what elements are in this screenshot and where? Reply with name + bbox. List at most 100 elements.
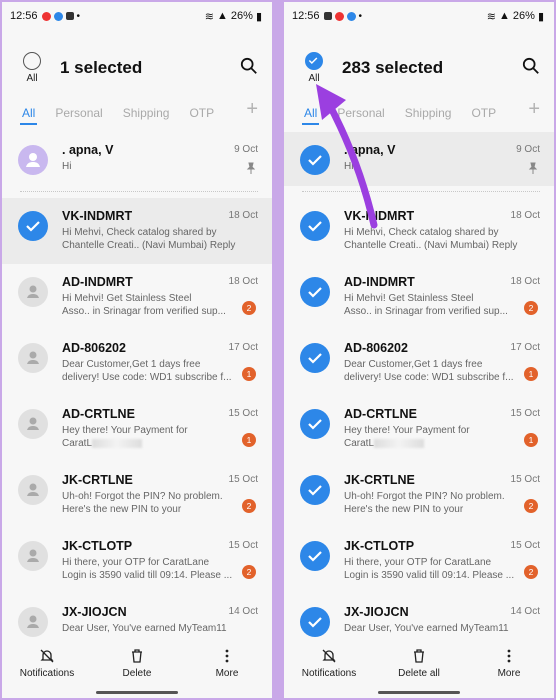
conversation-date: 15 Oct (510, 474, 540, 485)
conversation-row[interactable]: JK-CRTLNE 15 Oct Uh-oh! Forgot the PIN? No… (2, 462, 272, 528)
conversation-row[interactable]: AD-806202 17 Oct Dear Customer,Get 1 days … (2, 330, 272, 396)
unread-badge: 1 (524, 367, 538, 381)
conversation-row[interactable]: AD-806202 17 Oct Dear Customer,Get 1 days … (284, 330, 554, 396)
preview-line: Here's the new PIN to your CaratLane... (344, 503, 520, 517)
conversation-row[interactable]: AD-INDMRT 18 Oct Hi Mehvi! Get Stainless S… (284, 264, 554, 330)
preview-line: Dear User, You've earned MyTeam11 (344, 623, 509, 634)
person-icon (27, 285, 39, 298)
unread-badge: 1 (242, 367, 256, 381)
search-icon[interactable] (522, 57, 540, 75)
more-button[interactable]: More (464, 640, 554, 698)
person-icon (26, 153, 40, 167)
conversation-row[interactable]: JK-CRTLNE 15 Oct Uh-oh! Forgot the PIN? No… (284, 462, 554, 528)
category-tabs: All Personal Shipping OTP + (284, 98, 554, 126)
conversation-date: 18 Oct (228, 276, 258, 287)
preview-line: Chantelle Creati.. (Navi Mumbai) Reply .… (344, 239, 520, 253)
preview-line: Login is 3590 valid till 09:14. Please .… (344, 569, 520, 582)
selected-check[interactable] (300, 277, 330, 307)
conversation-row[interactable]: AD-CRTLNE 15 Oct Hey there! Your Payment f… (284, 396, 554, 462)
preview-line: Hi Mehvi, Check catalog shared by (344, 227, 499, 238)
app-icon (53, 11, 63, 21)
check-icon (308, 617, 322, 628)
notifications-button[interactable]: Notifications (284, 640, 374, 698)
status-right: ≋ ▲ 26% ▮ (487, 10, 544, 23)
tab-otp[interactable]: OTP (471, 106, 496, 120)
preview-line: Uh-oh! Forgot the PIN? No problem. (62, 491, 223, 502)
status-bar: 12:56 • ≋ ▲ 26% ▮ (2, 2, 272, 30)
more-button[interactable]: More (182, 640, 272, 698)
more-label: More (215, 668, 239, 679)
tab-otp[interactable]: OTP (189, 106, 214, 120)
unread-badge: 1 (524, 433, 538, 447)
conversation-name: JK-CRTLNE (62, 473, 133, 487)
conversation-row[interactable]: VK-INDMRT 18 Oct Hi Mehvi, Check catalog s… (284, 198, 554, 264)
select-all-checkbox[interactable] (305, 52, 323, 70)
avatar[interactable] (18, 409, 48, 439)
conversation-preview: Hi (62, 161, 72, 172)
delete-all-button[interactable]: Delete all (374, 640, 464, 698)
tab-shipping[interactable]: Shipping (405, 106, 452, 120)
conversation-name: JK-CRTLNE (344, 473, 415, 487)
unread-badge: 1 (242, 433, 256, 447)
person-icon (27, 615, 39, 628)
conversation-row[interactable]: VK-INDMRT 18 Oct Hi Mehvi, Check catalog s… (2, 198, 272, 264)
select-all-toggle[interactable]: All (18, 52, 46, 84)
select-all-toggle[interactable]: All (300, 52, 328, 84)
more-vertical-icon (225, 649, 229, 663)
delete-button[interactable]: Delete (92, 640, 182, 698)
selected-check[interactable] (300, 607, 330, 637)
category-tabs: All Personal Shipping OTP + (2, 98, 272, 126)
preview-line: CaratL (62, 437, 238, 450)
tab-all[interactable]: All (19, 106, 38, 125)
tab-personal[interactable]: Personal (337, 106, 384, 120)
selected-check[interactable] (300, 541, 330, 571)
conversation-name: . apna, V (344, 143, 396, 157)
person-icon (27, 483, 39, 496)
selected-check[interactable] (300, 145, 330, 175)
unread-badge: 2 (242, 301, 256, 315)
avatar[interactable] (18, 607, 48, 637)
search-icon[interactable] (240, 57, 258, 75)
conversation-row[interactable]: JK-CTLOTP 15 Oct Hi there, your OTP for Ca… (2, 528, 272, 594)
conversation-row[interactable]: JK-CTLOTP 15 Oct Hi there, your OTP for Ca… (284, 528, 554, 594)
status-right: ≋ ▲ 26% ▮ (205, 10, 262, 23)
notifications-button[interactable]: Notifications (2, 640, 92, 698)
conversation-name: . apna, V (62, 143, 114, 157)
avatar[interactable] (18, 277, 48, 307)
unread-badge: 2 (242, 565, 256, 579)
conversation-row[interactable]: JX-JIOJCN 14 Oct Dear User, You've earned … (284, 594, 554, 640)
conversation-row[interactable]: JX-JIOJCN 14 Oct Dear User, You've earned … (2, 594, 272, 640)
status-bar: 12:56 • ≋ ▲ 26% ▮ (284, 2, 554, 30)
app-icon (323, 12, 332, 20)
avatar[interactable] (18, 541, 48, 571)
header: All 1 selected (2, 40, 272, 96)
check-icon (308, 155, 322, 166)
conversation-date: 15 Oct (228, 540, 258, 551)
selected-check[interactable] (300, 343, 330, 373)
tab-personal[interactable]: Personal (55, 106, 102, 120)
preview-line: Hey there! Your Payment for (344, 425, 470, 436)
pinned-conversation[interactable]: . apna, V 9 Oct Hi (2, 132, 272, 186)
avatar[interactable] (18, 343, 48, 373)
conversation-name: AD-CRTLNE (344, 407, 417, 421)
check-icon (308, 419, 322, 430)
notification-icons: • (41, 11, 80, 22)
tab-shipping[interactable]: Shipping (123, 106, 170, 120)
conversation-name: VK-INDMRT (344, 209, 415, 223)
avatar[interactable] (18, 475, 48, 505)
conversation-date: 18 Oct (510, 276, 540, 287)
preview-line: Hey there! Your Payment for (62, 425, 188, 436)
select-all-checkbox[interactable] (23, 52, 41, 70)
signal-icon: ▲ (217, 10, 228, 22)
add-category-icon[interactable]: + (246, 98, 258, 121)
selected-check[interactable] (300, 211, 330, 241)
add-category-icon[interactable]: + (528, 98, 540, 121)
conversation-row[interactable]: AD-CRTLNE 15 Oct Hey there! Your Payment f… (2, 396, 272, 462)
conversation-row[interactable]: AD-INDMRT 18 Oct Hi Mehvi! Get Stainless S… (2, 264, 272, 330)
selected-check[interactable] (300, 409, 330, 439)
selected-check[interactable] (300, 475, 330, 505)
selected-check[interactable] (18, 211, 48, 241)
pinned-conversation[interactable]: . apna, V 9 Oct Hi (284, 132, 554, 186)
unread-badge: 2 (242, 499, 256, 513)
tab-all[interactable]: All (301, 106, 320, 125)
